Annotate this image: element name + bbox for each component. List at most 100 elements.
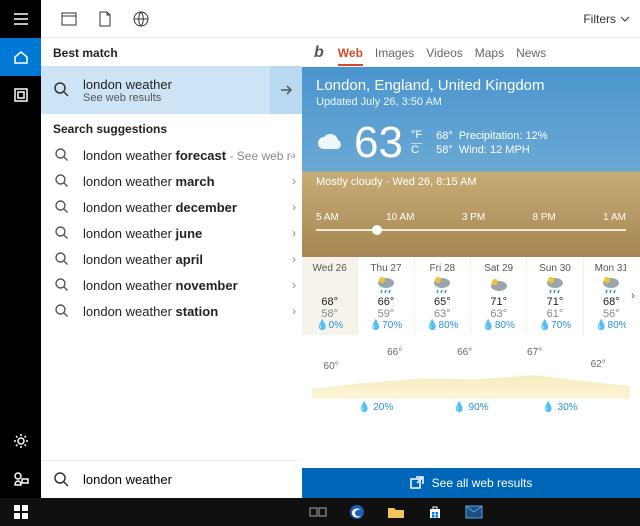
unit-f[interactable]: °F	[411, 129, 422, 144]
weather-updated: Updated July 26, 3:50 AM	[316, 96, 626, 108]
web-scope-icon[interactable]	[123, 1, 159, 37]
suggestion-item[interactable]: london weather june ›	[41, 220, 302, 246]
weather-icon	[529, 274, 580, 296]
start-button[interactable]	[0, 498, 41, 526]
bing-tabs: b Web Images Videos Maps News	[302, 38, 640, 67]
chevron-right-icon: ›	[292, 278, 296, 292]
bing-logo-icon: b	[314, 44, 324, 62]
apps-scope-icon[interactable]	[51, 1, 87, 37]
taskbar-store[interactable]	[417, 500, 453, 524]
suggestion-item[interactable]: london weather april ›	[41, 246, 302, 272]
spark-precip-label: 💧 20%	[358, 402, 393, 413]
suggestion-item[interactable]: london weather november ›	[41, 272, 302, 298]
chevron-right-icon: ›	[292, 304, 296, 318]
bing-tab-web[interactable]: Web	[338, 46, 363, 66]
arrow-right-icon[interactable]	[270, 66, 302, 114]
suggestion-text: london weather june	[83, 226, 292, 241]
feedback-icon[interactable]	[0, 460, 41, 498]
suggestions-header: Search suggestions	[41, 114, 302, 142]
bing-tab-videos[interactable]: Videos	[426, 46, 462, 64]
chevron-right-icon: ›	[292, 148, 296, 162]
weather-condition: Mostly cloudy · Wed 26, 8:15 AM	[316, 176, 626, 188]
forecast-day[interactable]: Sun 30 71° 61° 💧70%	[527, 257, 583, 335]
weather-temp: 63	[354, 118, 403, 168]
hour-label: 8 PM	[532, 212, 555, 223]
cloud-icon	[316, 133, 346, 153]
search-icon	[41, 147, 83, 163]
forecast-day[interactable]: Wed 26 68° 58° 💧0%	[302, 257, 358, 335]
taskbar-explorer[interactable]	[378, 500, 414, 524]
suggestion-text: london weather december	[83, 200, 292, 215]
see-all-results-button[interactable]: See all web results	[302, 468, 640, 498]
header-bar: Filters	[41, 0, 640, 38]
search-icon	[41, 199, 83, 215]
forecast-row: Wed 26 68° 58° 💧0%Thu 27 66° 59° 💧70%Fri…	[302, 257, 640, 335]
search-icon	[41, 303, 83, 319]
documents-scope-icon[interactable]	[87, 1, 123, 37]
chevron-right-icon: ›	[292, 252, 296, 266]
weather-card: London, England, United Kingdom Updated …	[302, 67, 640, 468]
weather-hi: 68°	[436, 130, 453, 142]
taskbar-task-view[interactable]	[300, 500, 336, 524]
suggestion-item[interactable]: london weather forecast - See web result…	[41, 142, 302, 168]
search-icon	[41, 173, 83, 189]
spark-temp-label: 66°	[387, 347, 402, 358]
suggestion-text: london weather april	[83, 252, 292, 267]
weather-icon	[304, 274, 355, 296]
temp-sparkline: 60°66°66°67°62°💧 20%💧 90%💧 30%	[312, 343, 630, 413]
weather-precip: Precipitation: 12%	[459, 130, 548, 142]
suggestion-item[interactable]: london weather december ›	[41, 194, 302, 220]
suggestion-text: london weather forecast - See web result…	[83, 148, 292, 163]
forecast-day[interactable]: Sat 29 71° 63° 💧80%	[471, 257, 527, 335]
spark-precip-label: 💧 30%	[542, 402, 577, 413]
suggestion-text: london weather november	[83, 278, 292, 293]
forecast-next-button[interactable]: ›	[626, 257, 640, 335]
spark-temp-label: 66°	[457, 347, 472, 358]
taskbar-edge[interactable]	[339, 500, 375, 524]
search-icon	[41, 277, 83, 293]
weather-location: London, England, United Kingdom	[316, 77, 626, 94]
menu-icon[interactable]	[0, 0, 41, 38]
bing-tab-maps[interactable]: Maps	[475, 46, 504, 64]
nav-rail	[0, 0, 41, 498]
hour-label: 5 AM	[316, 212, 339, 223]
bing-tab-images[interactable]: Images	[375, 46, 414, 64]
spark-temp-label: 60°	[324, 361, 339, 372]
apps-icon[interactable]	[0, 76, 41, 114]
settings-icon[interactable]	[0, 422, 41, 460]
best-match-title: london weather	[83, 77, 270, 92]
bing-tab-news[interactable]: News	[516, 46, 546, 64]
spark-temp-label: 67°	[527, 347, 542, 358]
search-box[interactable]	[41, 460, 302, 498]
spark-precip-label: 💧 90%	[453, 402, 488, 413]
weather-wind: Wind: 12 MPH	[459, 144, 530, 156]
chevron-right-icon: ›	[292, 174, 296, 188]
best-match-item[interactable]: london weather See web results	[41, 66, 302, 114]
suggestion-item[interactable]: london weather station ›	[41, 298, 302, 324]
forecast-day[interactable]: Fri 28 65° 63° 💧80%	[415, 257, 471, 335]
filters-button[interactable]: Filters	[583, 12, 630, 26]
weather-icon	[360, 274, 411, 296]
hour-timeline[interactable]: 5 AM 10 AM 3 PM 8 PM 1 AM	[316, 212, 626, 231]
hour-label: 3 PM	[462, 212, 485, 223]
chevron-right-icon: ›	[292, 200, 296, 214]
search-input[interactable]	[83, 472, 302, 487]
taskbar	[0, 498, 640, 526]
suggestion-item[interactable]: london weather march ›	[41, 168, 302, 194]
hour-label: 1 AM	[603, 212, 626, 223]
hour-label: 10 AM	[386, 212, 414, 223]
forecast-day[interactable]: Thu 27 66° 59° 💧70%	[358, 257, 414, 335]
unit-c[interactable]: C	[411, 144, 422, 157]
taskbar-mail[interactable]	[456, 500, 492, 524]
search-icon	[41, 471, 83, 489]
chevron-down-icon	[620, 16, 630, 22]
suggestion-text: london weather march	[83, 174, 292, 189]
home-icon[interactable]	[0, 38, 41, 76]
best-match-header: Best match	[41, 38, 302, 66]
preview-pane: b Web Images Videos Maps News London, Englan…	[302, 0, 640, 498]
results-pane: Best match london weather See web result…	[41, 0, 302, 498]
chevron-right-icon: ›	[292, 226, 296, 240]
search-icon	[41, 251, 83, 267]
open-icon	[410, 476, 424, 490]
timeline-handle[interactable]	[372, 225, 382, 235]
